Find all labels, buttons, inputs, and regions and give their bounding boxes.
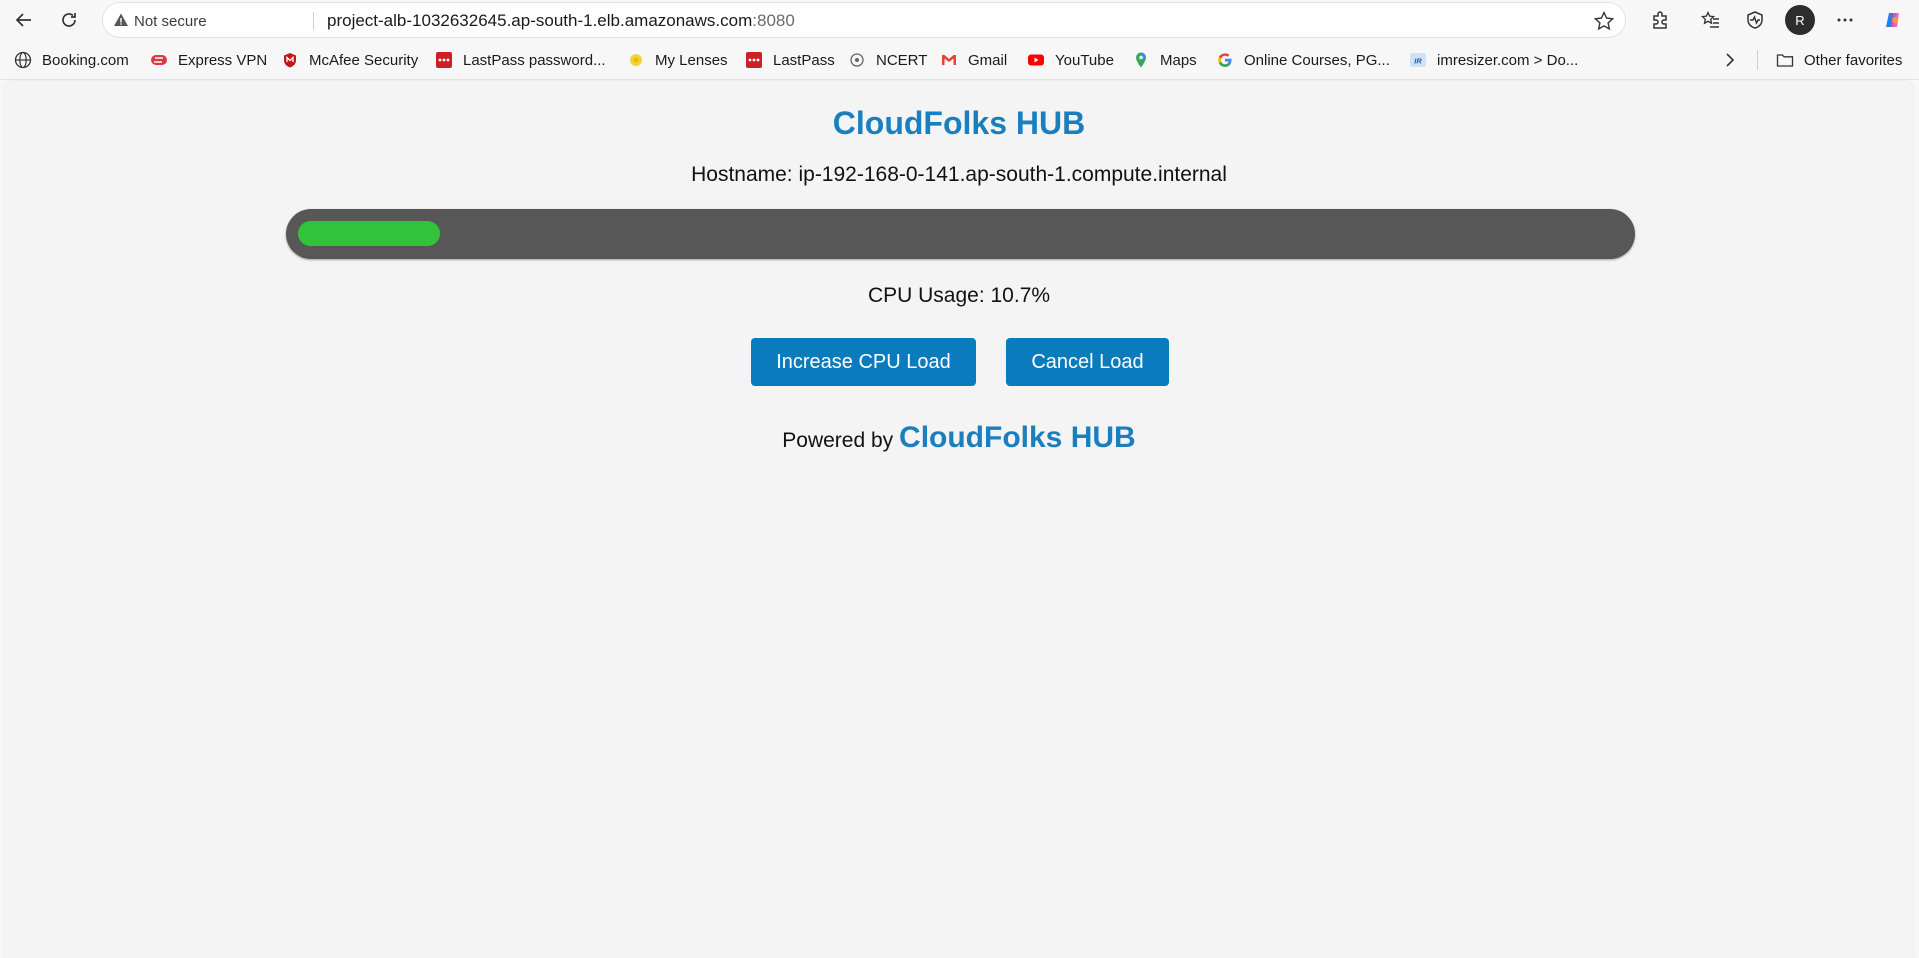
powered-by-footer: Powered by CloudFolks HUB (5, 421, 1913, 455)
globe-icon (14, 51, 32, 69)
youtube-icon (1027, 51, 1045, 69)
other-favorites-label: Other favorites (1804, 51, 1903, 69)
back-button[interactable] (8, 4, 40, 36)
bookmark-mcafee[interactable]: McAfee Security (281, 49, 418, 71)
bookmark-maps[interactable]: Maps (1132, 49, 1197, 71)
extensions-button[interactable] (1644, 4, 1676, 36)
address-bar[interactable]: Not secure project-alb-1032632645.ap-sou… (102, 2, 1626, 38)
bookmark-label: Online Courses, PG... (1244, 51, 1390, 69)
bookmark-label: McAfee Security (309, 51, 419, 69)
favorite-star-icon[interactable] (1593, 10, 1615, 32)
bookmark-gmail[interactable]: Gmail (940, 49, 1007, 71)
chevron-right-icon (1720, 51, 1738, 69)
maps-icon (1132, 51, 1150, 69)
bookmark-imresizer[interactable]: IR imresizer.com > Do... (1409, 49, 1578, 71)
other-favorites-folder[interactable]: Other favorites (1776, 49, 1902, 71)
warning-icon (114, 13, 128, 26)
refresh-icon (62, 13, 76, 27)
browser-toolbar: Not secure project-alb-1032632645.ap-sou… (0, 0, 1919, 40)
bookmark-lastpass[interactable]: LastPass (745, 49, 835, 71)
bookmark-label: YouTube (1055, 51, 1114, 69)
cpu-progress-bar (286, 209, 1635, 259)
lenses-icon (627, 51, 645, 69)
page-title: CloudFolks HUB (832, 105, 1086, 141)
hostname-text: Hostname: ip-192-168-0-141.ap-south-1.co… (691, 163, 1227, 186)
bookmarks-divider (1757, 50, 1758, 70)
powered-by-prefix: Powered by (782, 429, 894, 452)
svg-text:IR: IR (1414, 57, 1422, 66)
not-secure-label[interactable]: Not secure (134, 13, 207, 30)
favorites-button[interactable] (1695, 4, 1727, 36)
copilot-button[interactable] (1877, 4, 1909, 36)
cancel-load-button[interactable]: Cancel Load (1006, 338, 1169, 386)
bookmark-youtube[interactable]: YouTube (1027, 49, 1114, 71)
bookmark-label: Express VPN (178, 51, 268, 69)
bookmark-label: Gmail (968, 51, 1008, 69)
folder-icon (1776, 51, 1794, 69)
imresizer-icon: IR (1409, 51, 1427, 69)
lastpass-icon (435, 51, 453, 69)
favorites-list-icon (1701, 10, 1719, 28)
browser-essentials-button[interactable] (1739, 4, 1771, 36)
bookmark-ncert[interactable]: NCERT (848, 49, 927, 71)
web-page: CloudFolks HUB Hostname: ip-192-168-0-14… (5, 81, 1913, 958)
increase-cpu-load-button[interactable]: Increase CPU Load (751, 338, 976, 386)
bookmark-my-lenses[interactable]: My Lenses (627, 49, 728, 71)
bookmarks-bar: Booking.com Express VPN McAfee Security … (0, 40, 1919, 80)
copilot-icon (1886, 13, 1899, 27)
cpu-progress-fill (298, 221, 440, 246)
url-host: project-alb-1032632645.ap-south-1.elb.am… (327, 11, 753, 30)
bookmark-booking[interactable]: Booking.com (14, 49, 129, 71)
more-dots-icon (1837, 18, 1853, 22)
refresh-button[interactable] (53, 4, 85, 36)
back-arrow-icon (15, 13, 31, 27)
powered-by-brand: CloudFolks HUB (899, 421, 1136, 454)
bookmark-express-vpn[interactable]: Express VPN (150, 49, 267, 71)
cpu-usage-text: CPU Usage: 10.7% (867, 284, 1051, 307)
url-port: :8080 (752, 11, 795, 30)
mcafee-icon (281, 51, 299, 69)
puzzle-icon (1653, 11, 1667, 29)
profile-avatar[interactable]: R (1785, 5, 1815, 35)
bookmark-label: Booking.com (42, 51, 129, 69)
bookmark-label: LastPass (773, 51, 835, 69)
bookmark-label: Maps (1160, 51, 1197, 69)
more-bookmarks-button[interactable] (1720, 49, 1748, 71)
ncert-icon (848, 51, 866, 69)
heartbeat-shield-icon (1747, 11, 1763, 29)
gmail-icon (940, 51, 958, 69)
google-icon (1216, 51, 1234, 69)
url-text[interactable]: project-alb-1032632645.ap-south-1.elb.am… (327, 11, 795, 31)
bookmark-lastpass-password[interactable]: LastPass password... (435, 49, 606, 71)
bookmark-label: NCERT (876, 51, 928, 69)
bookmark-online-courses[interactable]: Online Courses, PG... (1216, 49, 1390, 71)
expressvpn-icon (150, 51, 168, 69)
lastpass-icon (745, 51, 763, 69)
address-divider (313, 12, 314, 30)
bookmark-label: My Lenses (655, 51, 728, 69)
bookmark-label: LastPass password... (463, 51, 606, 69)
bookmark-label: imresizer.com > Do... (1437, 51, 1579, 69)
more-menu-button[interactable] (1829, 4, 1861, 36)
